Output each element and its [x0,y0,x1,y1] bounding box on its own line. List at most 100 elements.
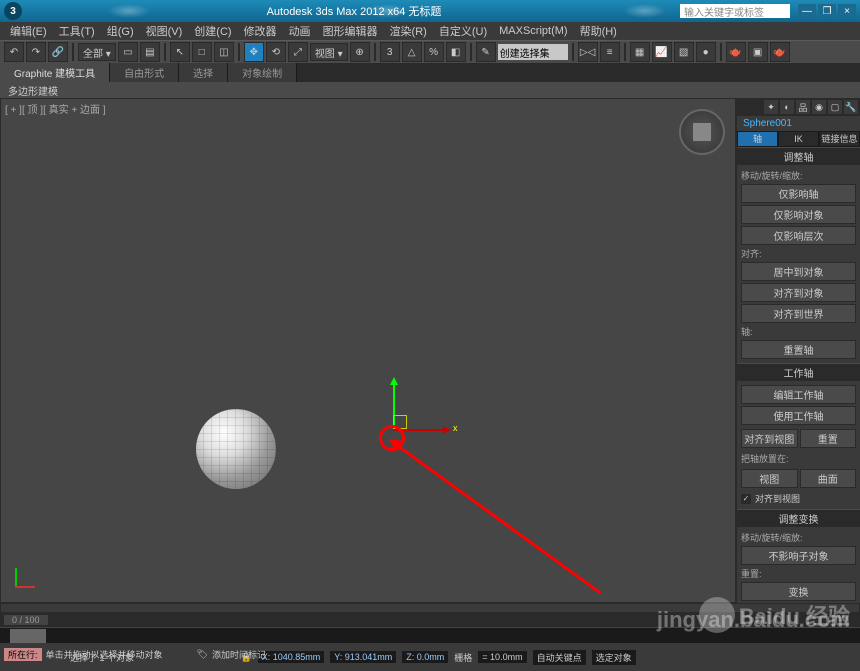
menu-graph-editors[interactable]: 图形编辑器 [317,23,384,39]
menu-render[interactable]: 渲染(R) [384,23,433,39]
gizmo-xy-plane[interactable] [393,415,407,429]
add-time-tag[interactable]: 添加时间标记 [212,648,266,661]
ribbon-sub[interactable]: 多边形建模 [0,82,860,98]
place-surface-button[interactable]: 曲面 [800,469,857,488]
transform-gizmo[interactable]: x [393,379,453,439]
tab-ik[interactable]: IK [778,131,819,147]
section-adjust-axis[interactable]: 调整轴 [737,147,860,165]
mirror-button[interactable]: ▷◁ [578,42,598,62]
spinner-snap-button[interactable]: ◧ [446,42,466,62]
link-button[interactable]: 🔗 [48,42,68,62]
section-adjust-transform[interactable]: 调整变换 [737,509,860,527]
autokey-button[interactable]: 自动关键点 [533,650,586,665]
menu-view[interactable]: 视图(V) [140,23,189,39]
panel-utilities-icon[interactable]: 🔧 [844,100,858,114]
rect-select-button[interactable]: □ [192,42,212,62]
align-to-view-checkbox[interactable]: 对齐到视图 [741,492,856,505]
grid-label: 栅格 [454,651,472,664]
menu-maxscript[interactable]: MAXScript(M) [493,25,573,37]
panel-display-icon[interactable]: ▢ [828,100,842,114]
menu-modifiers[interactable]: 修改器 [238,23,283,39]
affect-hierarchy-only-button[interactable]: 仅影响层次 [741,226,856,245]
coord-x[interactable]: X: 1040.85mm [258,651,325,663]
select-object-button[interactable]: ▭ [118,42,138,62]
layer-manager-button[interactable]: ▦ [630,42,650,62]
curve-editor-button[interactable]: 📈 [652,42,672,62]
render-frame-button[interactable]: ▣ [748,42,768,62]
menu-edit[interactable]: 编辑(E) [4,23,53,39]
undo-button[interactable]: ↶ [4,42,24,62]
render-setup-button[interactable]: 🫖 [726,42,746,62]
menu-group[interactable]: 组(G) [101,23,140,39]
tab-pivot[interactable]: 轴 [737,131,778,147]
frame-indicator[interactable]: 0 / 100 [4,615,48,625]
reset-working-pivot-button[interactable]: 重置 [800,429,857,448]
panel-create-icon[interactable]: ✦ [764,100,778,114]
close-button[interactable]: × [838,4,856,18]
minimize-button[interactable]: — [798,4,816,18]
material-editor-button[interactable]: ● [696,42,716,62]
reset-pivot-button[interactable]: 重置轴 [741,340,856,359]
gizmo-x-label: x [453,423,458,433]
restore-button[interactable]: ❐ [818,4,836,18]
snap-button[interactable]: 3 [380,42,400,62]
dont-affect-children-button[interactable]: 不影响子对象 [741,546,856,565]
ref-coord-dropdown[interactable]: 视图 ▾ [310,43,348,61]
menu-create[interactable]: 创建(C) [188,23,237,39]
affect-object-only-button[interactable]: 仅影响对象 [741,205,856,224]
selection-set-input[interactable]: 创建选择集 [498,44,568,60]
object-name-field[interactable]: Sphere001 [737,116,860,131]
menu-tools[interactable]: 工具(T) [53,23,101,39]
align-to-object-button[interactable]: 对齐到对象 [741,283,856,302]
watermark-url: jingyan.baidu.com [657,607,850,633]
tab-freeform[interactable]: 自由形式 [110,63,179,82]
align-to-world-button[interactable]: 对齐到世界 [741,304,856,323]
move-button[interactable]: ✥ [244,42,264,62]
tab-object-paint[interactable]: 对象绘制 [228,63,297,82]
window-crossing-button[interactable]: ◫ [214,42,234,62]
gizmo-x-axis[interactable] [393,429,449,431]
label-align: 对齐: [741,247,856,260]
align-button[interactable]: ≡ [600,42,620,62]
viewcube[interactable] [679,109,725,155]
panel-modify-icon[interactable]: ◐ [780,100,794,114]
tab-graphite[interactable]: Graphite 建模工具 [0,63,110,82]
scene-object-sphere[interactable] [196,409,276,489]
viewport-label[interactable]: [ + ][ 顶 ][ 真实 + 边面 ] [5,101,106,116]
menu-help[interactable]: 帮助(H) [574,23,623,39]
render-button[interactable]: 🫖 [770,42,790,62]
now-row-button[interactable]: 所在行: [4,648,42,661]
redo-button[interactable]: ↷ [26,42,46,62]
add-time-tag-icon[interactable]: 🏷 [197,649,208,660]
angle-snap-button[interactable]: △ [402,42,422,62]
time-slider-handle[interactable] [10,629,46,643]
panel-motion-icon[interactable]: ◉ [812,100,826,114]
percent-snap-button[interactable]: % [424,42,444,62]
manage-selection-sets-button[interactable]: ✎ [476,42,496,62]
align-to-view-button[interactable]: 对齐到视图 [741,429,798,448]
select-by-name-button[interactable]: ▤ [140,42,160,62]
viewport[interactable]: [ + ][ 顶 ][ 真实 + 边面 ] x [0,98,736,603]
app-logo[interactable]: 3 [4,2,22,20]
scale-button[interactable]: ⤢ [288,42,308,62]
center-to-object-button[interactable]: 居中到对象 [741,262,856,281]
schematic-view-button[interactable]: ▧ [674,42,694,62]
rotate-button[interactable]: ⟲ [266,42,286,62]
menu-customize[interactable]: 自定义(U) [433,23,493,39]
select-button[interactable]: ↖ [170,42,190,62]
tab-link-info[interactable]: 链接信息 [819,131,860,147]
place-view-button[interactable]: 视图 [741,469,798,488]
help-search-input[interactable]: 输入关键字或标签 [680,4,790,18]
use-working-pivot-button[interactable]: 使用工作轴 [741,406,856,425]
edit-working-pivot-button[interactable]: 编辑工作轴 [741,385,856,404]
use-pivot-button[interactable]: ⊕ [350,42,370,62]
selection-filter-dropdown[interactable]: 全部 ▾ [78,43,116,61]
panel-hierarchy-icon[interactable]: 品 [796,100,810,114]
selected-filter[interactable]: 选定对象 [592,650,636,665]
affect-pivot-only-button[interactable]: 仅影响轴 [741,184,856,203]
tab-selection[interactable]: 选择 [179,63,228,82]
menu-animation[interactable]: 动画 [283,23,317,39]
coord-z[interactable]: Z: 0.0mm [402,651,448,663]
section-working-pivot[interactable]: 工作轴 [737,363,860,381]
coord-y[interactable]: Y: 913.041mm [330,651,396,663]
